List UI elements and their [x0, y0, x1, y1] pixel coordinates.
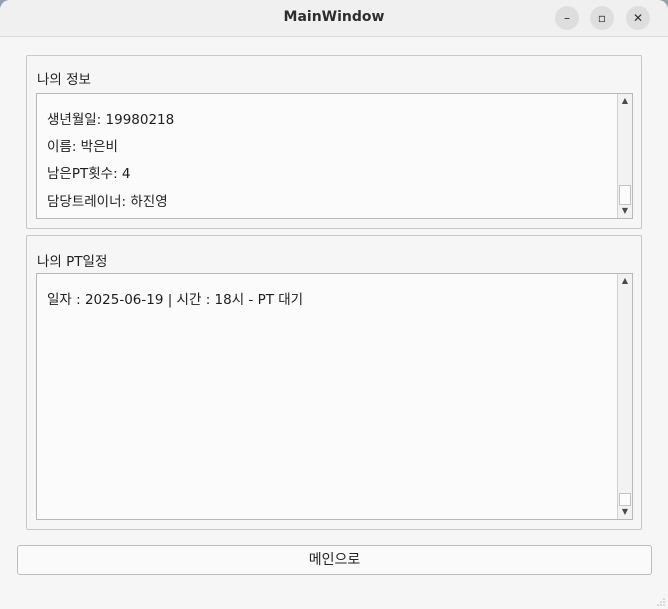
- scroll-up-arrow-icon[interactable]: ▲: [618, 94, 632, 108]
- main-window: MainWindow – ▫ ✕ 나의 정보 생년월일: 19980218 이름…: [0, 0, 668, 609]
- my-info-group: 나의 정보 생년월일: 19980218 이름: 박은비 남은PT횟수: 4 담…: [26, 55, 642, 229]
- resize-grip-icon[interactable]: [656, 597, 666, 607]
- my-pt-schedule-list[interactable]: 일자 : 2025-06-19 | 시간 : 18시 - PT 대기 ▲ ▼: [36, 273, 633, 520]
- my-info-scrollbar[interactable]: ▲ ▼: [617, 94, 632, 218]
- my-info-list[interactable]: 생년월일: 19980218 이름: 박은비 남은PT횟수: 4 담당트레이너:…: [36, 93, 633, 219]
- go-to-main-button[interactable]: 메인으로: [17, 545, 652, 575]
- list-item[interactable]: 담당트레이너: 하진영: [47, 190, 168, 210]
- list-item[interactable]: 이름: 박은비: [47, 135, 118, 155]
- maximize-button[interactable]: ▫: [590, 6, 614, 30]
- my-pt-schedule-scrollbar[interactable]: ▲ ▼: [617, 274, 632, 519]
- list-item[interactable]: 생년월일: 19980218: [47, 108, 174, 128]
- my-pt-schedule-group: 나의 PT일정 일자 : 2025-06-19 | 시간 : 18시 - PT …: [26, 235, 642, 530]
- list-item[interactable]: 남은PT횟수: 4: [47, 162, 131, 182]
- my-info-title: 나의 정보: [37, 72, 91, 88]
- scroll-up-arrow-icon[interactable]: ▲: [618, 274, 632, 288]
- scroll-down-arrow-icon[interactable]: ▼: [618, 204, 632, 218]
- minimize-button[interactable]: –: [555, 6, 579, 30]
- scroll-down-arrow-icon[interactable]: ▼: [618, 505, 632, 519]
- title-bar[interactable]: MainWindow – ▫ ✕: [0, 0, 668, 37]
- my-pt-schedule-title: 나의 PT일정: [37, 254, 108, 270]
- close-button[interactable]: ✕: [626, 6, 650, 30]
- scroll-thumb[interactable]: [619, 185, 631, 205]
- list-item[interactable]: 일자 : 2025-06-19 | 시간 : 18시 - PT 대기: [47, 288, 303, 308]
